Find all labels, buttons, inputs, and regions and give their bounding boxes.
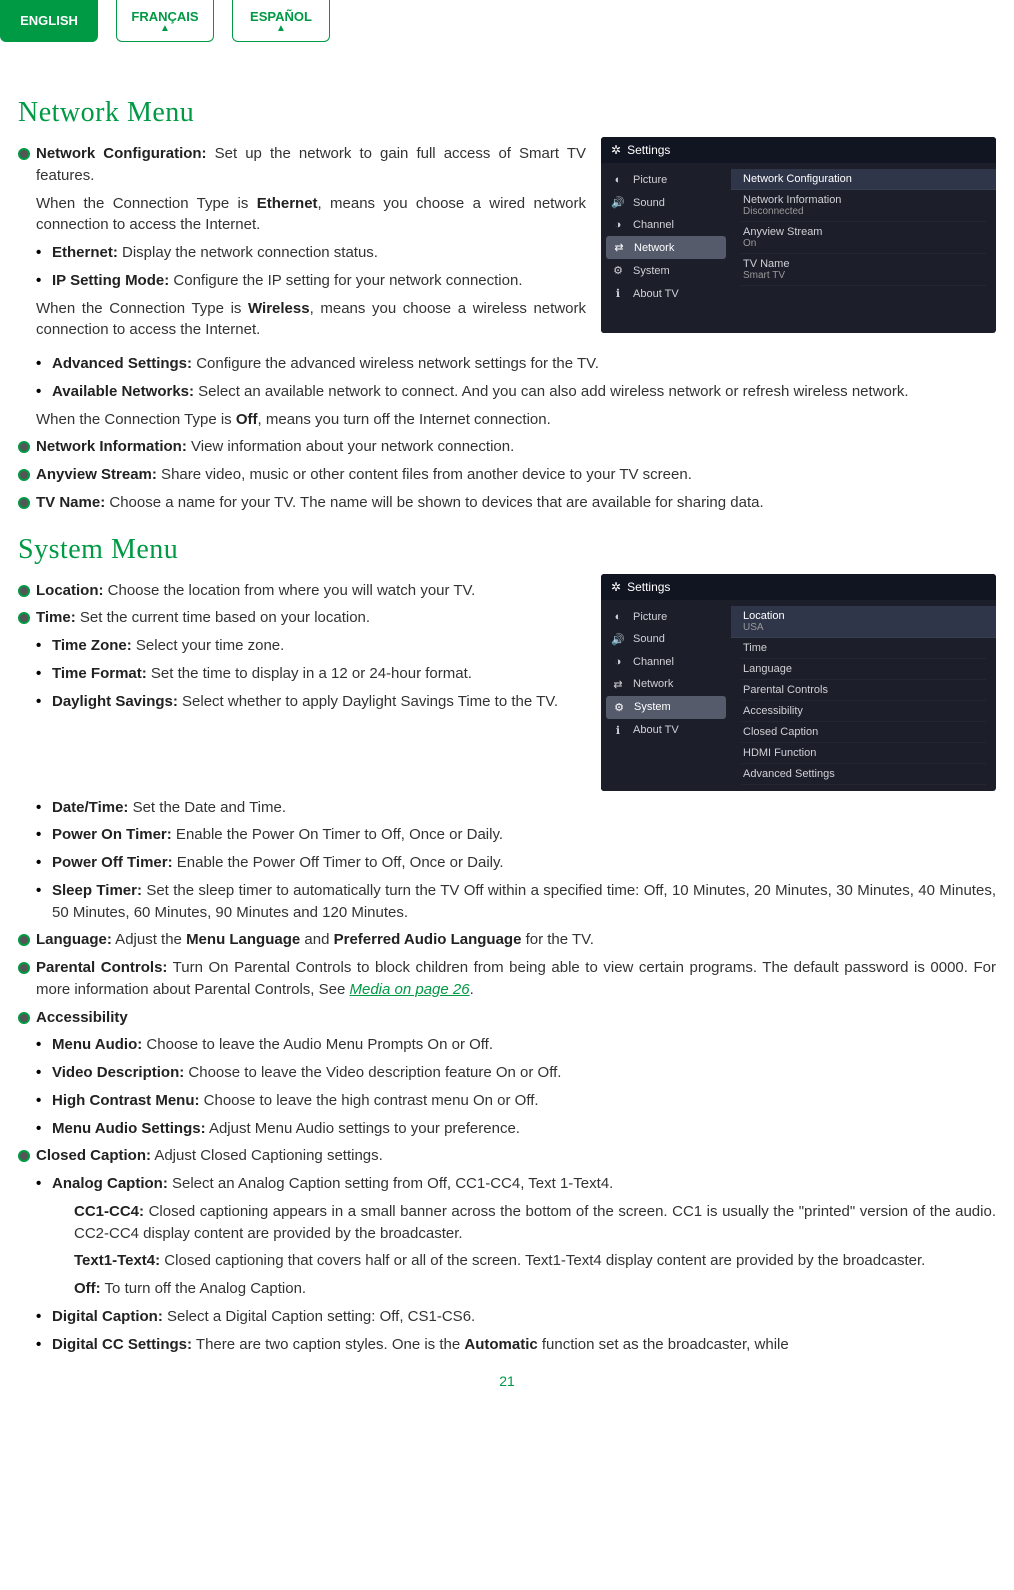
item-advanced: Advanced Settings: Configure the advance… [52,353,996,375]
page-number: 21 [18,1373,996,1389]
network-icon: ⇄ [611,678,625,691]
opt-location[interactable]: LocationUSA [731,606,996,638]
opt-anyview[interactable]: Anyview StreamOn [741,222,986,254]
item-parental: Parental Controls: Turn On Parental Cont… [36,957,996,1001]
sound-icon: 🔊 [611,196,625,209]
language-tabs: ENGLISH FRANÇAIS ▲ ESPAÑOL ▲ [0,0,996,42]
side-network[interactable]: ⇄Network [601,673,731,696]
text-ethernet-intro: When the Connection Type is Ethernet, me… [36,193,586,237]
item-network-configuration: Network Configuration: Set up the networ… [36,143,586,187]
panel-title: Settings [627,580,670,594]
panel-title: Settings [627,143,670,157]
system-icon: ⚙ [611,264,625,277]
channel-icon: ◑ [611,219,625,231]
side-sound[interactable]: 🔊Sound [601,191,731,214]
item-sleep: Sleep Timer: Set the sleep timer to auto… [52,880,996,924]
item-ip-setting: IP Setting Mode: Configure the IP settin… [52,270,586,292]
side-system[interactable]: ⚙System [606,696,726,719]
settings-panel-system: ✲ Settings ◐Picture 🔊Sound ◑Channel ⇄Netw… [601,574,996,791]
gear-icon: ✲ [611,143,621,157]
tab-label: ESPAÑOL [250,9,312,24]
channel-icon: ◑ [611,656,625,668]
opt-net-info[interactable]: Network InformationDisconnected [741,190,986,222]
tab-label: FRANÇAIS [131,9,198,24]
item-analog-caption: Analog Caption: Select an Analog Caption… [52,1173,996,1195]
side-picture[interactable]: ◐Picture [601,169,731,191]
text-text1-4: Text1-Text4: Closed captioning that cove… [18,1250,996,1272]
item-timeformat: Time Format: Set the time to display in … [52,663,586,685]
side-system[interactable]: ⚙System [601,259,731,282]
opt-tvname[interactable]: TV NameSmart TV [741,254,986,286]
text-off-intro: When the Connection Type is Off, means y… [36,409,996,431]
link-media-page-26[interactable]: Media on page 26 [350,981,470,998]
text-wireless-intro: When the Connection Type is Wireless, me… [36,298,586,342]
side-picture[interactable]: ◐Picture [601,606,731,628]
opt-time[interactable]: Time [741,638,986,659]
item-high-contrast: High Contrast Menu: Choose to leave the … [52,1090,996,1112]
picture-icon: ◐ [611,174,625,186]
item-poweron: Power On Timer: Enable the Power On Time… [52,824,996,846]
tab-english[interactable]: ENGLISH [0,0,98,42]
item-location: Location: Choose the location from where… [36,580,586,602]
item-accessibility: Accessibility [36,1007,996,1029]
item-available-networks: Available Networks: Select an available … [52,381,996,403]
item-timezone: Time Zone: Select your time zone. [52,635,586,657]
info-icon: ℹ [611,724,625,737]
item-video-desc: Video Description: Choose to leave the V… [52,1062,996,1084]
side-about[interactable]: ℹAbout TV [601,282,731,305]
tab-label: ENGLISH [20,13,78,28]
side-channel[interactable]: ◑Channel [601,651,731,673]
item-datetime: Date/Time: Set the Date and Time. [52,797,996,819]
text-cc1-cc4: CC1-CC4: Closed captioning appears in a … [18,1201,996,1245]
item-language: Language: Adjust the Menu Language and P… [36,929,996,951]
system-icon: ⚙ [612,701,626,714]
item-digital-cc-settings: Digital CC Settings: There are two capti… [52,1334,996,1356]
chevron-up-icon: ▲ [276,26,286,32]
item-menu-audio-settings: Menu Audio Settings: Adjust Menu Audio s… [52,1118,996,1140]
item-anyview: Anyview Stream: Share video, music or ot… [36,464,996,486]
opt-language[interactable]: Language [741,659,986,680]
item-net-info: Network Information: View information ab… [36,436,996,458]
opt-closed-caption[interactable]: Closed Caption [741,722,986,743]
info-icon: ℹ [611,287,625,300]
tab-francais[interactable]: FRANÇAIS ▲ [116,0,214,42]
settings-panel-network: ✲Settings ◐Picture 🔊Sound ◑Channel ⇄Netw… [601,137,996,333]
item-time: Time: Set the current time based on your… [36,607,586,629]
side-sound[interactable]: 🔊Sound [601,628,731,651]
opt-accessibility[interactable]: Accessibility [741,701,986,722]
opt-parental[interactable]: Parental Controls [741,680,986,701]
item-menu-audio: Menu Audio: Choose to leave the Audio Me… [52,1034,996,1056]
gear-icon: ✲ [611,580,621,594]
heading-system-menu: System Menu [18,534,996,566]
opt-advanced[interactable]: Advanced Settings [741,764,986,785]
heading-network-menu: Network Menu [18,97,996,129]
side-channel[interactable]: ◑Channel [601,214,731,236]
picture-icon: ◐ [611,611,625,623]
item-daylight: Daylight Savings: Select whether to appl… [52,691,586,713]
opt-net-config[interactable]: Network Configuration [731,169,996,190]
item-poweroff: Power Off Timer: Enable the Power Off Ti… [52,852,996,874]
item-closed-caption: Closed Caption: Adjust Closed Captioning… [36,1145,996,1167]
chevron-up-icon: ▲ [160,26,170,32]
item-tvname: TV Name: Choose a name for your TV. The … [36,492,996,514]
network-icon: ⇄ [612,241,626,254]
sound-icon: 🔊 [611,633,625,646]
opt-hdmi[interactable]: HDMI Function [741,743,986,764]
side-network[interactable]: ⇄Network [606,236,726,259]
text-off-cc: Off: To turn off the Analog Caption. [18,1278,996,1300]
item-digital-caption: Digital Caption: Select a Digital Captio… [52,1306,996,1328]
tab-espanol[interactable]: ESPAÑOL ▲ [232,0,330,42]
side-about[interactable]: ℹAbout TV [601,719,731,742]
item-ethernet: Ethernet: Display the network connection… [52,242,586,264]
